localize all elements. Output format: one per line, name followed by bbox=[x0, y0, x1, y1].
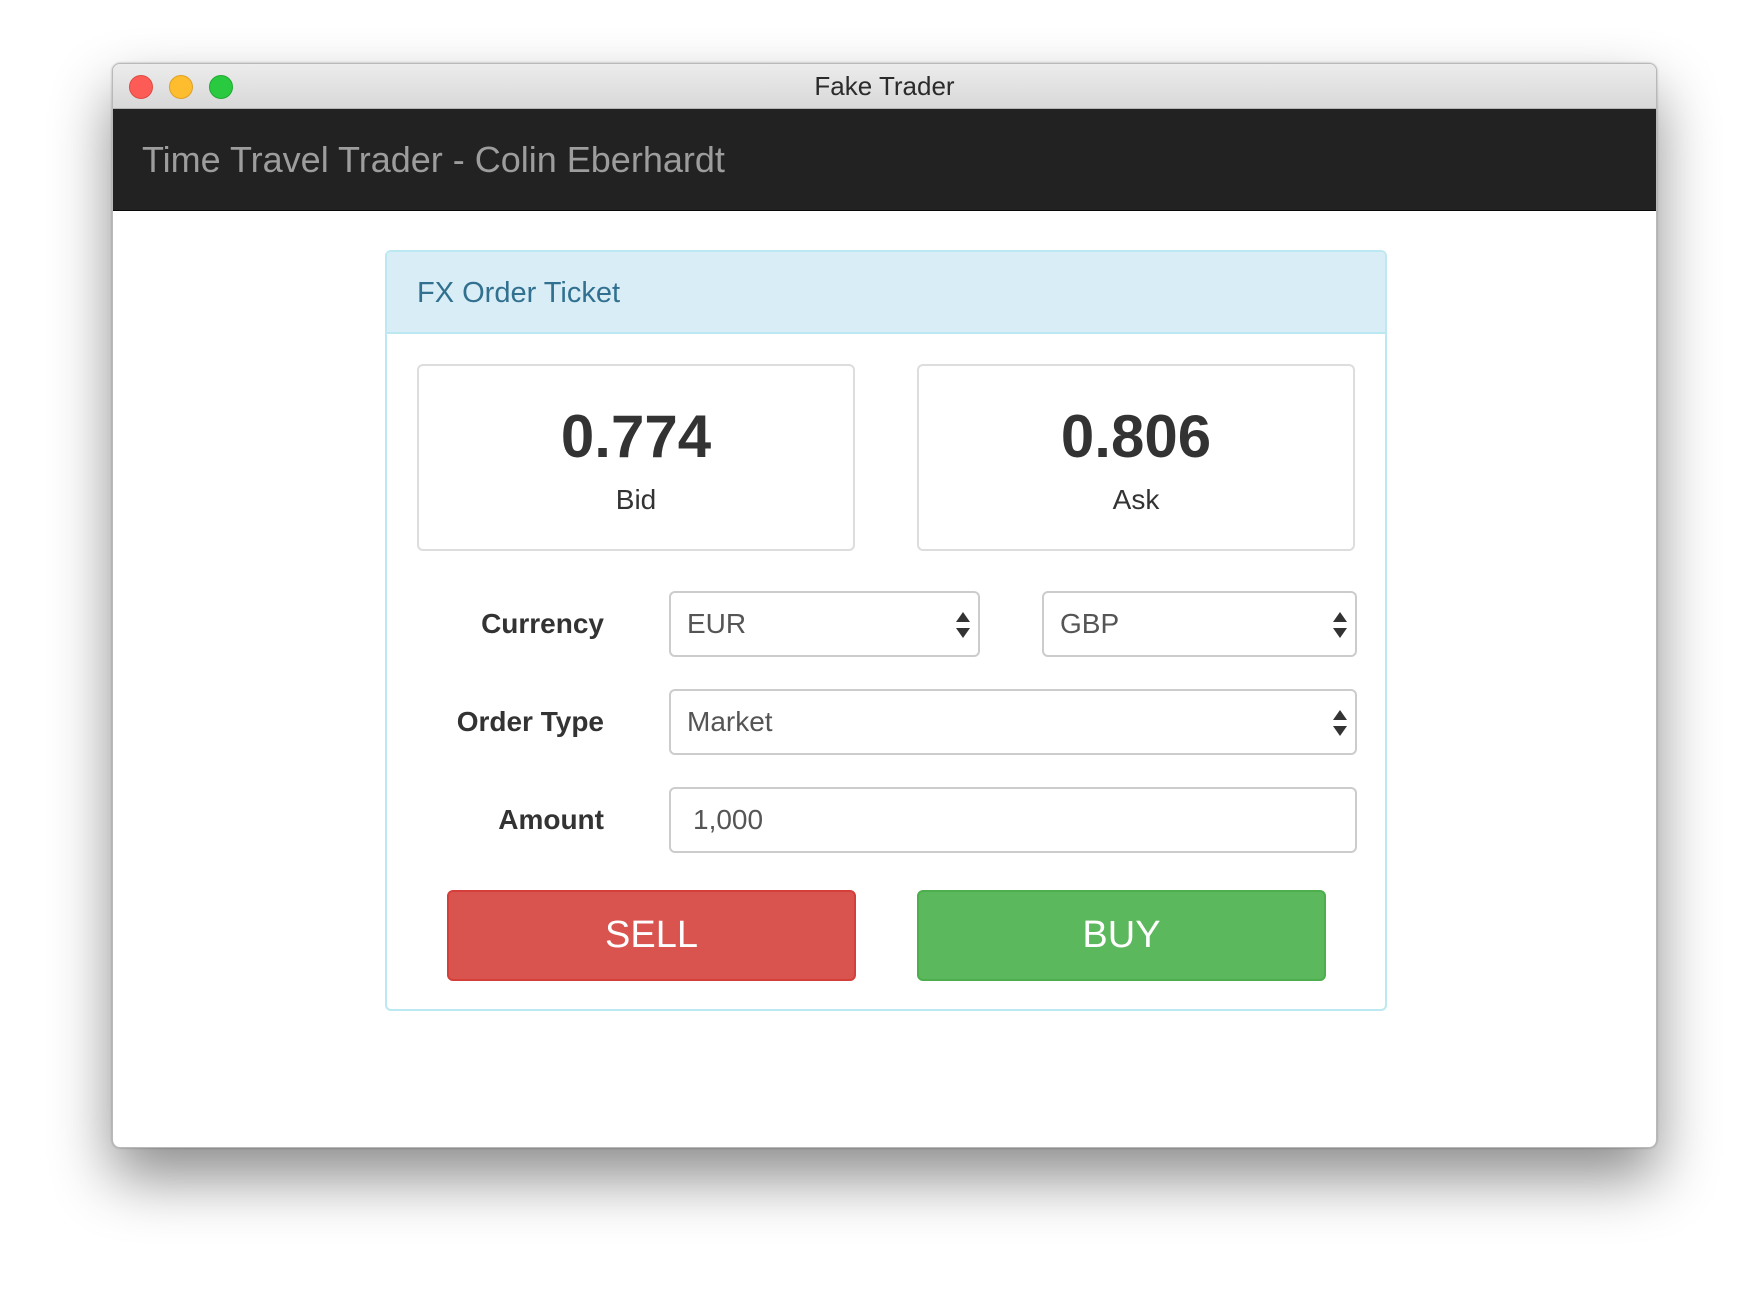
currency-label: Currency bbox=[481, 608, 604, 639]
bid-price-box: 0.774 Bid bbox=[417, 364, 855, 551]
bid-price-value: 0.774 bbox=[560, 403, 712, 470]
window-title: Fake Trader bbox=[814, 71, 955, 101]
order-type-label: Order Type bbox=[456, 706, 604, 737]
panel-title: FX Order Ticket bbox=[417, 277, 621, 309]
title-bar: Fake Trader bbox=[113, 64, 1656, 109]
amount-label: Amount bbox=[498, 804, 604, 835]
navbar: Time Travel Trader - Colin Eberhardt bbox=[113, 109, 1656, 211]
currency-to-select[interactable]: GBP bbox=[1042, 591, 1357, 657]
ask-price-label: Ask bbox=[1112, 484, 1160, 515]
up-down-arrows-icon bbox=[1333, 612, 1347, 638]
bid-price-label: Bid bbox=[615, 484, 657, 515]
app-window: Fake Trader Time Travel Trader - Colin E… bbox=[112, 63, 1657, 1148]
buy-button[interactable]: BUY bbox=[917, 890, 1326, 981]
currency-from-value: EUR bbox=[687, 608, 747, 639]
ask-price-value: 0.806 bbox=[1060, 403, 1212, 470]
sell-button[interactable]: SELL bbox=[447, 890, 856, 981]
up-down-arrows-icon bbox=[1333, 710, 1347, 736]
amount-input[interactable]: 1,000 bbox=[669, 787, 1357, 853]
ask-price-box: 0.806 Ask bbox=[917, 364, 1355, 551]
currency-to-value: GBP bbox=[1060, 608, 1120, 639]
order-ticket-panel: FX Order Ticket 0.774 Bid 0.806 Ask Curr… bbox=[385, 250, 1387, 1011]
currency-from-select[interactable]: EUR bbox=[669, 591, 980, 657]
panel-heading: FX Order Ticket bbox=[387, 252, 1385, 334]
navbar-brand[interactable]: Time Travel Trader - Colin Eberhardt bbox=[142, 109, 725, 211]
order-type-value: Market bbox=[687, 706, 773, 737]
up-down-arrows-icon bbox=[956, 612, 970, 638]
order-type-select[interactable]: Market bbox=[669, 689, 1357, 755]
